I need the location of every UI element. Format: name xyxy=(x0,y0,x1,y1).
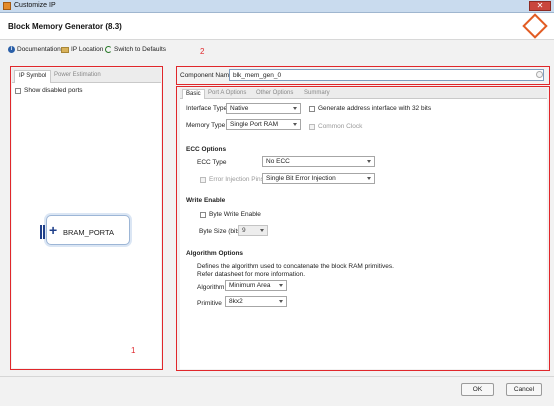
component-name-input[interactable]: blk_mem_gen_0 xyxy=(229,69,544,81)
common-clock-label: Common Clock xyxy=(318,123,363,130)
chevron-down-icon xyxy=(293,123,297,126)
algorithm-value: Minimum Area xyxy=(229,282,271,289)
dialog-title: Block Memory Generator (8.3) xyxy=(8,22,122,31)
annotation-box-1 xyxy=(10,66,163,370)
refresh-icon xyxy=(105,46,112,53)
chevron-down-icon xyxy=(279,300,283,303)
algorithm-select[interactable]: Minimum Area xyxy=(225,280,287,291)
gen-addr-32-label: Generate address interface with 32 bits xyxy=(318,105,432,112)
interface-type-label: Interface Type xyxy=(186,105,228,112)
toolbar: i Documentation IP Location Switch to De… xyxy=(0,41,554,59)
common-clock-checkbox xyxy=(309,123,315,130)
component-name-row: Component Name blk_mem_gen_0 xyxy=(180,68,548,83)
folder-icon xyxy=(61,46,69,53)
byte-write-row[interactable]: Byte Write Enable xyxy=(200,211,261,218)
error-injection-checkbox xyxy=(200,176,206,183)
ok-button[interactable]: OK xyxy=(461,383,494,396)
ecc-type-value: No ECC xyxy=(266,158,290,165)
close-button[interactable]: ✕ xyxy=(529,1,551,11)
configuration-panel: Basic Port A Options Other Options Summa… xyxy=(180,88,547,369)
ecc-type-select[interactable]: No ECC xyxy=(262,156,375,167)
memory-type-label: Memory Type xyxy=(186,122,226,129)
algorithm-description-2: Refer datasheet for more information. xyxy=(197,271,306,278)
component-name-label: Component Name xyxy=(180,72,233,79)
algorithm-options-heading: Algorithm Options xyxy=(186,250,244,257)
common-clock-row: Common Clock xyxy=(309,123,362,130)
chevron-down-icon xyxy=(293,107,297,110)
chevron-down-icon xyxy=(279,284,283,287)
error-injection-select[interactable]: Single Bit Error Injection xyxy=(262,173,375,184)
interface-type-value: Native xyxy=(230,105,249,112)
error-injection-label: Error Injection Pins xyxy=(209,176,264,183)
documentation-link[interactable]: i Documentation xyxy=(8,46,61,53)
chevron-down-icon xyxy=(260,229,264,232)
byte-size-label: Byte Size (bits) xyxy=(199,228,243,235)
annotation-label-1: 1 xyxy=(131,346,136,355)
chevron-down-icon xyxy=(367,160,371,163)
error-injection-row: Error Injection Pins xyxy=(200,176,264,183)
interface-type-select[interactable]: Native xyxy=(226,103,301,114)
dialog-header: Block Memory Generator (8.3) xyxy=(0,13,554,40)
gen-addr-32-checkbox[interactable] xyxy=(309,105,315,112)
ip-location-link[interactable]: IP Location xyxy=(61,46,103,53)
byte-write-checkbox[interactable] xyxy=(200,211,206,218)
ecc-type-label: ECC Type xyxy=(197,159,227,166)
vivado-logo-icon xyxy=(522,13,548,39)
switch-defaults-link[interactable]: Switch to Defaults xyxy=(105,46,166,53)
ecc-options-heading: ECC Options xyxy=(186,146,227,153)
config-tab-bar: Basic Port A Options Other Options Summa… xyxy=(180,88,547,99)
tab-summary[interactable]: Summary xyxy=(301,89,333,99)
documentation-label: Documentation xyxy=(17,46,61,53)
primitive-label: Primitive xyxy=(197,300,222,307)
gen-addr-32-row[interactable]: Generate address interface with 32 bits xyxy=(309,105,431,112)
ip-location-label: IP Location xyxy=(71,46,104,53)
window-title: Customize IP xyxy=(14,2,56,9)
primitive-value: 8kx2 xyxy=(229,298,243,305)
write-enable-heading: Write Enable xyxy=(186,197,226,204)
error-injection-value: Single Bit Error Injection xyxy=(266,175,336,182)
dialog-footer: OK Cancel xyxy=(0,376,554,406)
title-bar: Customize IP ✕ xyxy=(0,0,554,13)
tab-basic[interactable]: Basic xyxy=(182,89,205,99)
switch-defaults-label: Switch to Defaults xyxy=(114,46,167,53)
byte-size-select[interactable]: 9 xyxy=(238,225,268,236)
memory-type-value: Single Port RAM xyxy=(230,121,279,128)
primitive-select[interactable]: 8kx2 xyxy=(225,296,287,307)
info-icon: i xyxy=(8,46,15,53)
algorithm-label: Algorithm xyxy=(197,284,225,291)
memory-type-select[interactable]: Single Port RAM xyxy=(226,119,301,130)
byte-write-label: Byte Write Enable xyxy=(209,211,261,218)
chevron-down-icon xyxy=(367,177,371,180)
annotation-label-2: 2 xyxy=(200,47,205,56)
tab-port-a-options[interactable]: Port A Options xyxy=(205,89,249,99)
byte-size-value: 9 xyxy=(242,227,246,234)
tab-other-options[interactable]: Other Options xyxy=(253,89,296,99)
clear-input-icon[interactable] xyxy=(536,71,543,78)
cancel-button[interactable]: Cancel xyxy=(506,383,542,396)
app-icon xyxy=(3,2,11,10)
